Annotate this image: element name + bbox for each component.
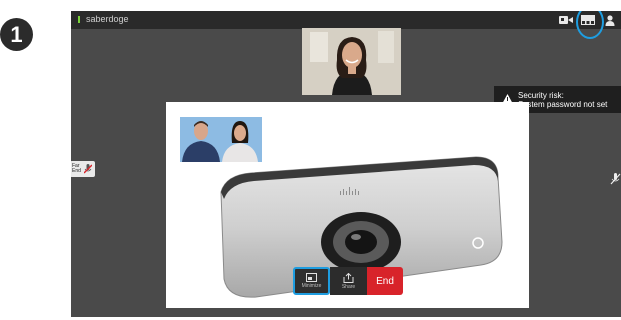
minimize-label: Minimize <box>301 283 322 289</box>
alert-text: Security risk: System password not set <box>518 91 607 109</box>
minimize-icon <box>306 273 317 282</box>
camera-icon <box>559 16 573 24</box>
step-number: 1 <box>10 21 23 47</box>
device-name: saberdoge <box>86 14 129 24</box>
self-view-video <box>302 28 401 95</box>
person-icon <box>605 14 615 26</box>
alert-title: Security risk: <box>518 90 564 100</box>
share-label: Share <box>341 283 356 290</box>
status-indicator <box>78 16 80 23</box>
end-call-button[interactable]: End <box>367 267 403 295</box>
camera-button[interactable] <box>555 11 577 29</box>
minimize-button[interactable]: Minimize <box>293 267 330 295</box>
far-end-mute-indicator: Far End <box>71 161 95 177</box>
muted-mic-icon <box>84 164 92 174</box>
video-call-screen: saberdoge Security risk: System password… <box>71 11 621 317</box>
top-bar: saberdoge <box>71 11 621 29</box>
share-button[interactable]: Share <box>330 267 367 295</box>
far-end-label: Far End <box>72 163 81 174</box>
layout-highlight-ring <box>576 11 604 39</box>
page: 1 saberdoge Security risk: System passwo… <box>0 0 621 320</box>
alert-message: System password not set <box>518 99 608 109</box>
self-view-image <box>302 28 401 95</box>
end-label: End <box>376 275 394 287</box>
call-controls: Minimize Share End <box>293 267 403 295</box>
share-icon <box>343 272 354 283</box>
step-badge: 1 <box>0 18 33 51</box>
muted-mic-icon-right <box>610 173 621 185</box>
